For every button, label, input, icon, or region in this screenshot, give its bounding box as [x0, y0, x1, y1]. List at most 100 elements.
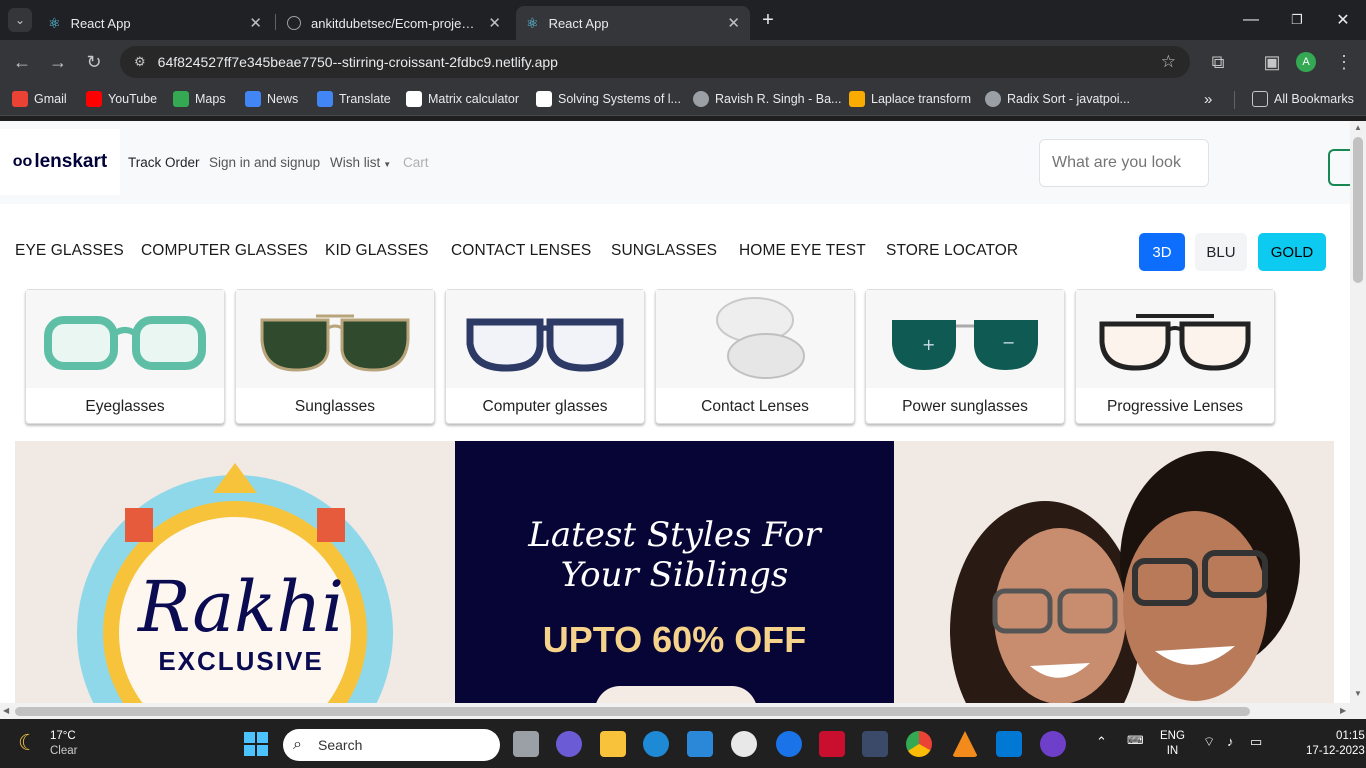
- svg-text:+: +: [922, 335, 935, 354]
- weather-widget[interactable]: 17°C Clear: [50, 729, 77, 759]
- extensions-icon[interactable]: ⧉: [1206, 50, 1230, 74]
- tab-react-app-active[interactable]: ⚛ React App ✕: [516, 6, 750, 40]
- close-icon[interactable]: ✕: [488, 14, 501, 32]
- vlc-icon[interactable]: [952, 731, 978, 757]
- pill-blu-button[interactable]: BLU: [1195, 233, 1247, 271]
- store-icon[interactable]: [687, 731, 713, 757]
- gmail-icon: [12, 91, 28, 107]
- chat-icon[interactable]: [556, 731, 582, 757]
- more-bookmarks-chevron-icon[interactable]: »: [1204, 91, 1212, 108]
- menu-kebab-icon[interactable]: ⋮: [1332, 50, 1356, 74]
- cat-sunglasses[interactable]: SUNGLASSES: [611, 242, 717, 260]
- keyboard-icon[interactable]: ⌨: [1127, 734, 1144, 749]
- bookmark-laplace[interactable]: Laplace transform: [849, 91, 971, 107]
- profile-avatar[interactable]: A: [1296, 52, 1316, 72]
- card-eyeglasses[interactable]: Eyeglasses: [25, 289, 225, 424]
- cat-store-locator[interactable]: STORE LOCATOR: [886, 242, 1018, 260]
- maps-icon: [173, 91, 189, 107]
- new-tab-button[interactable]: +: [745, 0, 791, 40]
- back-arrow-icon[interactable]: ←: [10, 50, 34, 74]
- card-contact-lenses[interactable]: Contact Lenses: [655, 289, 855, 424]
- cat-kid-glasses[interactable]: KID GLASSES: [325, 242, 429, 260]
- close-icon[interactable]: ✕: [249, 14, 262, 32]
- all-bookmarks-button[interactable]: All Bookmarks: [1252, 91, 1354, 107]
- volume-icon[interactable]: ♪: [1227, 734, 1234, 749]
- bookmark-gmail[interactable]: Gmail: [12, 91, 67, 107]
- track-order-link[interactable]: Track Order: [128, 155, 200, 170]
- site-navbar: oo lenskart Track Order Sign in and sign…: [0, 121, 1350, 204]
- file-explorer-icon[interactable]: [600, 731, 626, 757]
- help-icon[interactable]: [776, 731, 802, 757]
- task-view-icon[interactable]: [513, 731, 539, 757]
- banner-shop-button[interactable]: [595, 686, 757, 703]
- clock[interactable]: 01:15 17-12-2023: [1306, 729, 1365, 759]
- close-icon[interactable]: ✕: [727, 14, 740, 32]
- github-desktop-icon[interactable]: [1040, 731, 1066, 757]
- tab-github-repo[interactable]: ankitdubetsec/Ecom-project1: E ✕: [277, 6, 511, 40]
- lenskart-logo[interactable]: oo lenskart: [0, 129, 120, 195]
- sign-in-link[interactable]: Sign in and signup: [209, 155, 320, 170]
- site-info-icon[interactable]: ⚙: [134, 54, 146, 70]
- app-icon[interactable]: [731, 731, 757, 757]
- vpn-app-icon[interactable]: [862, 731, 888, 757]
- card-caption: Eyeglasses: [85, 398, 165, 415]
- tab-search-button[interactable]: ⌄: [8, 8, 32, 32]
- scrollbar-thumb[interactable]: [15, 707, 1250, 716]
- lang-line1: ENG: [1160, 730, 1185, 742]
- tab-react-app-1[interactable]: ⚛ React App ✕: [38, 6, 272, 40]
- card-progressive-lenses[interactable]: Progressive Lenses: [1075, 289, 1275, 424]
- bookmark-matrix-calculator[interactable]: Matrix calculator: [406, 91, 519, 107]
- mcafee-icon[interactable]: [819, 731, 845, 757]
- restore-button[interactable]: ❐: [1274, 0, 1320, 40]
- wifi-icon[interactable]: ⌔: [1203, 734, 1215, 749]
- search-input[interactable]: [1039, 139, 1209, 187]
- vertical-scrollbar[interactable]: ▲ ▼: [1350, 121, 1366, 703]
- minimize-button[interactable]: —: [1228, 0, 1274, 40]
- side-panel-icon[interactable]: ▣: [1260, 50, 1284, 74]
- card-computer-glasses[interactable]: Computer glasses: [445, 289, 645, 424]
- scroll-left-arrow-icon[interactable]: ◀: [3, 706, 9, 715]
- bookmark-star-icon[interactable]: ☆: [1161, 52, 1176, 72]
- address-bar[interactable]: ⚙ 64f824527ff7e345beae7750--stirring-cro…: [120, 46, 1190, 78]
- bookmark-radix-sort[interactable]: Radix Sort - javatpoi...: [985, 91, 1130, 107]
- language-indicator[interactable]: ENG IN: [1160, 729, 1185, 759]
- cart-link[interactable]: Cart: [403, 155, 429, 170]
- bookmark-solving-systems[interactable]: Solving Systems of l...: [536, 91, 681, 107]
- pill-3d-button[interactable]: 3D: [1139, 233, 1185, 271]
- reload-icon[interactable]: ↻: [82, 50, 106, 74]
- scroll-up-arrow-icon[interactable]: ▲: [1354, 123, 1362, 132]
- lang-line2: IN: [1166, 745, 1179, 757]
- card-power-sunglasses[interactable]: + − Power sunglasses: [865, 289, 1065, 424]
- taskbar-search-box[interactable]: ⌕ Search: [283, 729, 500, 761]
- close-window-button[interactable]: ✕: [1320, 0, 1366, 40]
- chrome-icon[interactable]: [906, 731, 932, 757]
- card-caption: Sunglasses: [294, 398, 376, 415]
- scrollbar-thumb[interactable]: [1353, 137, 1363, 283]
- wish-list-dropdown[interactable]: Wish list ▼: [330, 155, 391, 170]
- url-text: 64f824527ff7e345beae7750--stirring-crois…: [157, 54, 558, 70]
- scroll-right-arrow-icon[interactable]: ▶: [1340, 706, 1346, 715]
- pill-gold-button[interactable]: GOLD: [1258, 233, 1326, 271]
- bookmark-ravish-singh[interactable]: Ravish R. Singh - Ba...: [693, 91, 841, 107]
- search-button[interactable]: [1328, 149, 1350, 186]
- edge-icon[interactable]: [643, 731, 669, 757]
- cat-home-eye-test[interactable]: HOME EYE TEST: [739, 242, 866, 260]
- promo-banner[interactable]: Rakhi EXCLUSIVE Latest Styles For Your S…: [15, 441, 1334, 703]
- card-sunglasses[interactable]: Sunglasses: [235, 289, 435, 424]
- windows-start-icon[interactable]: [244, 732, 268, 756]
- bookmark-translate[interactable]: Translate: [317, 91, 391, 107]
- cat-computer-glasses[interactable]: COMPUTER GLASSES: [141, 242, 308, 260]
- bookmark-maps[interactable]: Maps: [173, 91, 226, 107]
- battery-icon[interactable]: ▭: [1250, 734, 1262, 749]
- vscode-icon[interactable]: [996, 731, 1022, 757]
- horizontal-scrollbar[interactable]: ◀ ▶: [0, 703, 1366, 719]
- forward-arrow-icon[interactable]: →: [46, 50, 70, 74]
- card-caption: Computer glasses: [482, 398, 608, 415]
- bookmark-youtube[interactable]: YouTube: [86, 91, 157, 107]
- cat-contact-lenses[interactable]: CONTACT LENSES: [451, 242, 591, 260]
- cat-eye-glasses[interactable]: EYE GLASSES: [15, 242, 124, 260]
- chevron-up-icon[interactable]: ⌃: [1096, 734, 1107, 749]
- scroll-down-arrow-icon[interactable]: ▼: [1354, 689, 1362, 698]
- bookmark-news[interactable]: News: [245, 91, 298, 107]
- banner-headline-line1: Latest Styles For: [528, 515, 821, 555]
